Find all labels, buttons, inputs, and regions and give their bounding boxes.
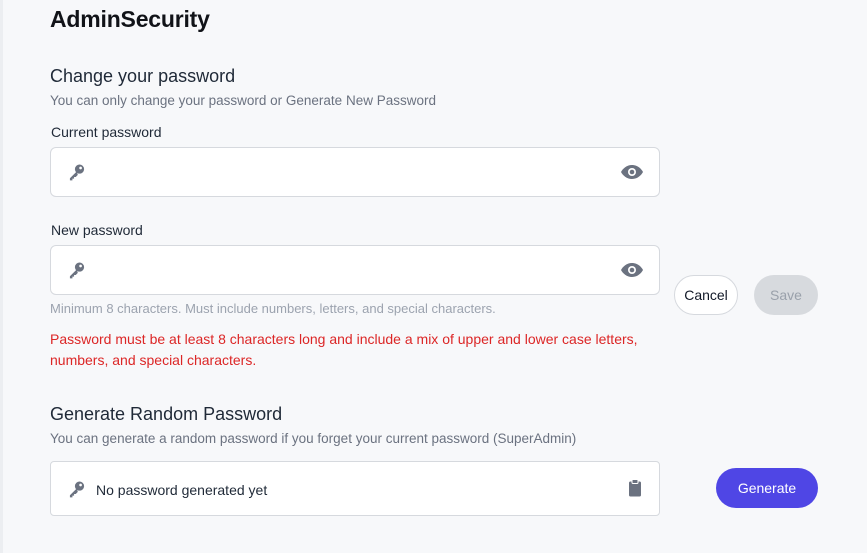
new-password-label: New password bbox=[51, 222, 143, 238]
generated-password-field: No password generated yet bbox=[50, 461, 660, 516]
current-password-field[interactable] bbox=[50, 147, 660, 197]
admin-security-page: AdminSecurity Change your password You c… bbox=[0, 0, 867, 553]
password-error-message: Password must be at least 8 characters l… bbox=[50, 331, 638, 368]
current-password-label: Current password bbox=[51, 124, 162, 140]
save-button[interactable]: Save bbox=[754, 275, 818, 315]
key-icon bbox=[69, 164, 85, 181]
generated-password-status: No password generated yet bbox=[96, 482, 268, 498]
change-password-title: Change your password bbox=[50, 66, 236, 86]
change-password-subtitle: You can only change your password or Gen… bbox=[50, 93, 436, 108]
new-password-input[interactable] bbox=[101, 254, 601, 286]
clipboard-icon[interactable] bbox=[628, 479, 642, 497]
page-title: AdminSecurity bbox=[50, 6, 210, 32]
key-icon bbox=[69, 262, 85, 279]
generate-password-title: Generate Random Password bbox=[50, 404, 283, 424]
current-password-input[interactable] bbox=[101, 156, 601, 188]
cancel-button[interactable]: Cancel bbox=[674, 275, 738, 315]
eye-icon[interactable] bbox=[620, 261, 644, 279]
generate-button[interactable]: Generate bbox=[716, 468, 818, 508]
new-password-field[interactable] bbox=[50, 245, 660, 295]
key-icon bbox=[69, 481, 85, 498]
left-rail-divider bbox=[0, 0, 3, 553]
eye-icon[interactable] bbox=[620, 163, 644, 181]
password-requirements-hint: Minimum 8 characters. Must include numbe… bbox=[50, 301, 496, 316]
generate-password-subtitle: You can generate a random password if yo… bbox=[50, 431, 577, 446]
